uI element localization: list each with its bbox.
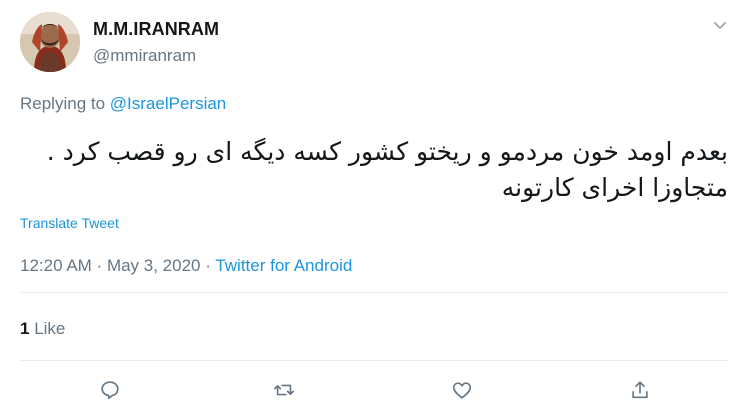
tweet-meta: 12:20 AM · May 3, 2020 · Twitter for And… bbox=[20, 256, 352, 276]
reply-button[interactable] bbox=[96, 376, 124, 404]
more-options-button[interactable] bbox=[709, 14, 731, 36]
share-icon bbox=[632, 381, 648, 399]
share-button[interactable] bbox=[626, 376, 654, 404]
divider bbox=[20, 360, 728, 361]
like-button[interactable] bbox=[448, 376, 476, 404]
like-icon bbox=[452, 382, 472, 399]
tweet-text: بعدم اومد خون مردمو و ریختو کشور کسه دیگ… bbox=[46, 137, 728, 202]
meta-separator: · bbox=[91, 256, 107, 275]
tweet-date[interactable]: May 3, 2020 bbox=[107, 256, 201, 275]
reply-mention-link[interactable]: @IsraelPersian bbox=[110, 94, 226, 113]
tweet-time[interactable]: 12:20 AM bbox=[20, 256, 92, 275]
translate-tweet-link[interactable]: Translate Tweet bbox=[20, 215, 119, 231]
replying-to-line: Replying to @IsraelPersian bbox=[20, 94, 226, 114]
retweet-icon bbox=[274, 384, 294, 396]
tweet-source-link[interactable]: Twitter for Android bbox=[215, 256, 352, 275]
reply-icon bbox=[101, 381, 119, 400]
divider bbox=[20, 292, 728, 293]
meta-separator: · bbox=[200, 256, 216, 275]
display-name[interactable]: M.M.IRANRAM bbox=[93, 19, 219, 40]
chevron-down-icon bbox=[714, 22, 726, 29]
avatar[interactable] bbox=[20, 12, 80, 72]
user-handle[interactable]: @mmiranram bbox=[93, 46, 196, 66]
likes-stat[interactable]: 1 Like bbox=[20, 319, 65, 339]
likes-label: Like bbox=[29, 319, 66, 338]
user-avatar-photo-icon bbox=[20, 12, 80, 72]
retweet-button[interactable] bbox=[270, 376, 298, 404]
replying-to-label: Replying to bbox=[20, 94, 110, 113]
